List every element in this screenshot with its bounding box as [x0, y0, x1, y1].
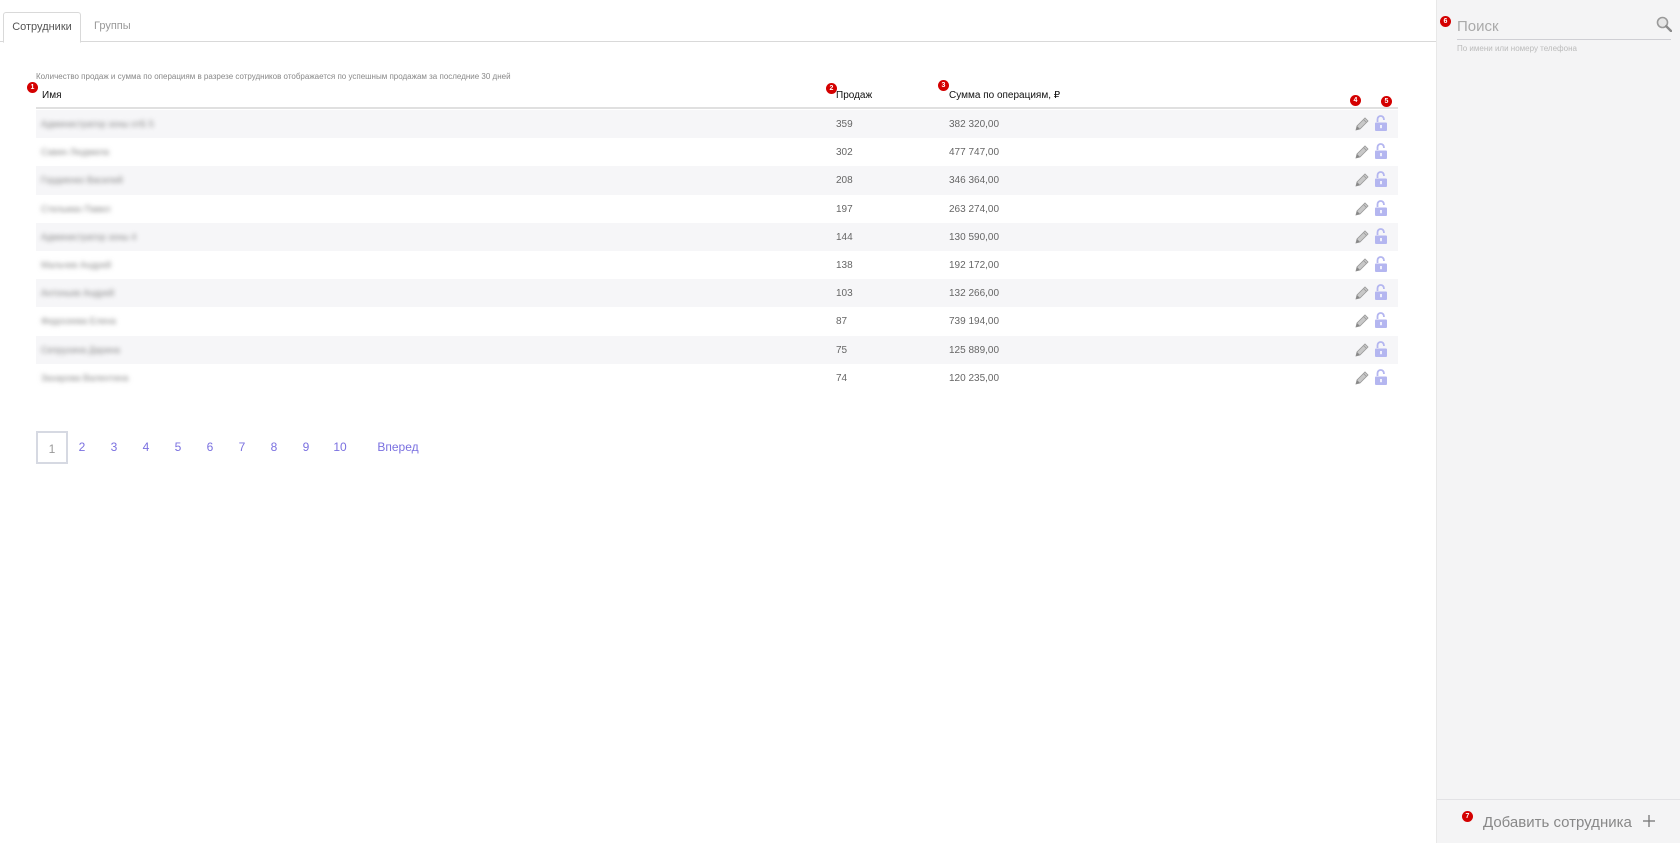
page-link-9[interactable]: 9 — [294, 431, 318, 464]
table-row[interactable]: Федосеева Елена 87 739 194,00 — [36, 307, 1398, 335]
sales-count: 359 — [836, 119, 853, 130]
sales-count: 302 — [836, 147, 853, 159]
lock-open-icon[interactable] — [1374, 115, 1388, 132]
pencil-icon[interactable] — [1354, 144, 1370, 160]
pencil-icon[interactable] — [1354, 116, 1370, 132]
page-link-3[interactable]: 3 — [102, 431, 126, 464]
search-input[interactable] — [1457, 14, 1671, 40]
table-row[interactable]: Мальчев Андрей 138 192 172,00 — [36, 251, 1398, 279]
employee-name[interactable]: Антоньев Андрей — [41, 288, 114, 298]
table-row[interactable]: Администратор зоны 4 144 130 590,00 — [36, 222, 1398, 251]
operations-sum: 739 194,00 — [949, 316, 1000, 328]
operations-sum: 130 590,00 — [949, 231, 1000, 243]
column-header-sales[interactable]: Продаж — [836, 90, 872, 101]
add-employee-button[interactable]: Добавить сотрудника — [1483, 814, 1632, 831]
sales-count: 144 — [836, 231, 853, 243]
pencil-icon[interactable] — [1354, 229, 1370, 245]
lock-open-icon[interactable] — [1374, 312, 1388, 329]
employee-name[interactable]: Федосеева Елена — [41, 316, 116, 326]
column-header-sum[interactable]: Сумма по операциям, ₽ — [949, 90, 1060, 101]
employee-name[interactable]: Захарова Валентина — [41, 373, 128, 383]
table-row[interactable]: Антоньев Андрей 103 132 266,00 — [36, 279, 1398, 308]
table-header: Имя Продаж Сумма по операциям, ₽ — [36, 86, 1398, 109]
operations-sum: 192 172,00 — [949, 259, 1000, 271]
table-row[interactable]: Администратор зоны отБ 5 359 382 320,00 — [36, 110, 1398, 139]
add-employee-bar: 7 Добавить сотрудника — [1437, 799, 1680, 843]
page-link-4[interactable]: 4 — [134, 431, 158, 464]
page-link-7[interactable]: 7 — [230, 431, 254, 464]
employee-name[interactable]: Администратор зоны 4 — [41, 232, 136, 242]
column-header-name[interactable]: Имя — [42, 90, 61, 101]
pencil-icon[interactable] — [1354, 342, 1370, 358]
info-note: Количество продаж и сумма по операциям в… — [36, 72, 511, 81]
employee-name[interactable]: Мальчев Андрей — [41, 260, 111, 270]
page-link-1[interactable]: 1 — [36, 431, 68, 464]
sales-count: 75 — [836, 344, 848, 356]
lock-open-icon[interactable] — [1374, 340, 1388, 358]
lock-open-icon[interactable] — [1374, 199, 1388, 217]
tab-employees[interactable]: Сотрудники — [3, 12, 81, 43]
page-link-10[interactable]: 10 — [326, 431, 354, 464]
lock-open-icon[interactable] — [1374, 368, 1388, 386]
tab-groups[interactable]: Группы — [84, 12, 141, 43]
marker-6: 6 — [1440, 16, 1451, 27]
sales-count: 197 — [836, 203, 853, 215]
sales-count: 208 — [836, 175, 853, 187]
marker-7: 7 — [1462, 811, 1473, 822]
employee-name[interactable]: Савин Людмила — [41, 147, 109, 157]
pencil-icon[interactable] — [1354, 201, 1370, 217]
employee-table-body: Администратор зоны отБ 5 359 382 320,00 Сав… — [36, 110, 1398, 392]
page-link-2[interactable]: 2 — [70, 431, 94, 464]
page-link-8[interactable]: 8 — [262, 431, 286, 464]
next-page-link[interactable]: Вперед — [374, 431, 422, 464]
operations-sum: 263 274,00 — [949, 203, 1000, 215]
table-row[interactable]: Савин Людмила 302 477 747,00 — [36, 138, 1398, 166]
employee-name[interactable]: Стельмах Павел — [41, 204, 110, 214]
lock-open-icon[interactable] — [1374, 227, 1388, 245]
lock-open-icon[interactable] — [1374, 256, 1388, 273]
pencil-icon[interactable] — [1354, 313, 1370, 329]
table-row[interactable]: Гордиенко Василий 208 346 364,00 — [36, 166, 1398, 195]
operations-sum: 382 320,00 — [949, 119, 1000, 130]
pencil-icon[interactable] — [1354, 172, 1370, 188]
employee-name[interactable]: Гордиенко Василий — [41, 175, 123, 185]
operations-sum: 125 889,00 — [949, 344, 1000, 356]
lock-open-icon[interactable] — [1374, 284, 1388, 301]
tab-bar: Сотрудники Группы — [0, 0, 1436, 43]
plus-icon[interactable] — [1642, 814, 1656, 828]
operations-sum: 132 266,00 — [949, 288, 1000, 300]
operations-sum: 120 235,00 — [949, 372, 1000, 384]
table-row[interactable]: Захарова Валентина 74 120 235,00 — [36, 364, 1398, 392]
employee-name[interactable]: Администратор зоны отБ 5 — [41, 119, 154, 129]
sales-count: 74 — [836, 372, 848, 384]
lock-open-icon[interactable] — [1374, 143, 1388, 160]
lock-open-icon[interactable] — [1374, 171, 1388, 188]
page-link-5[interactable]: 5 — [166, 431, 190, 464]
operations-sum: 346 364,00 — [949, 175, 1000, 187]
search-hint: По имени или номеру телефона — [1457, 44, 1577, 53]
sales-count: 87 — [836, 316, 848, 328]
table-row[interactable]: Стельмах Павел 197 263 274,00 — [36, 195, 1398, 223]
table-row[interactable]: Сепрухина Дарина 75 125 889,00 — [36, 335, 1398, 364]
pencil-icon[interactable] — [1354, 285, 1370, 301]
pencil-icon[interactable] — [1354, 370, 1370, 386]
sales-count: 138 — [836, 259, 853, 271]
sidebar: 6 По имени или номеру телефона 7 Добавит… — [1436, 0, 1680, 843]
operations-sum: 477 747,00 — [949, 147, 1000, 159]
sales-count: 103 — [836, 288, 853, 300]
search-icon[interactable] — [1656, 16, 1672, 32]
page-link-6[interactable]: 6 — [198, 431, 222, 464]
main-panel: Сотрудники Группы Количество продаж и су… — [0, 0, 1436, 843]
pencil-icon[interactable] — [1354, 257, 1370, 273]
employee-name[interactable]: Сепрухина Дарина — [41, 345, 120, 355]
